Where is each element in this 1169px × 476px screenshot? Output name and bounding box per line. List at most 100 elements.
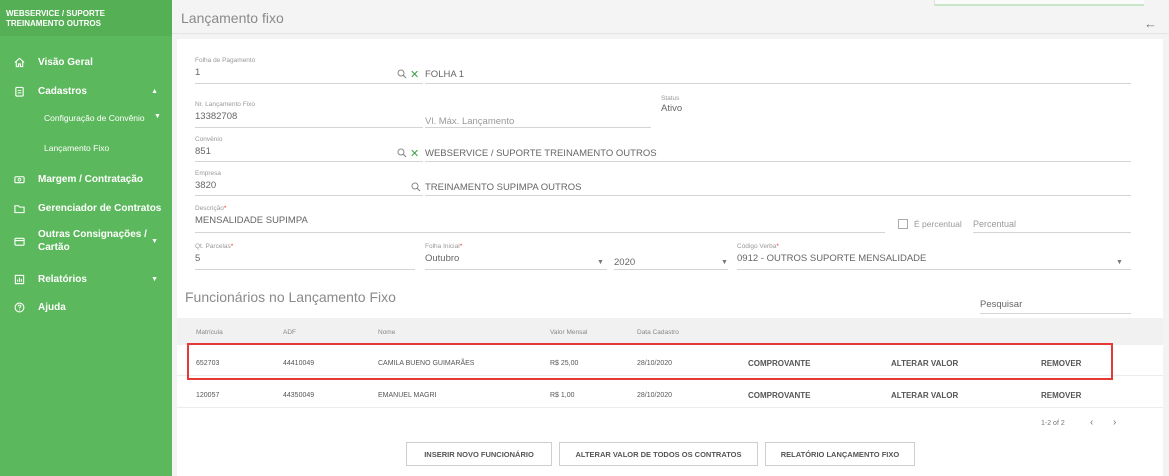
comprovante-button[interactable]: COMPROVANTE bbox=[748, 391, 811, 400]
empresa-field[interactable]: Empresa 3820 bbox=[195, 170, 221, 191]
folha-label: Folha de Pagamento bbox=[195, 57, 256, 64]
convenio-desc-underline bbox=[425, 161, 1131, 162]
percentual-checkbox-label: É percentual bbox=[914, 219, 962, 229]
sidebar-item-visao-geral[interactable]: Visão Geral bbox=[0, 55, 172, 69]
empresa-desc-underline bbox=[425, 195, 1131, 196]
folha-underline bbox=[195, 83, 423, 84]
sidebar-item-label: Margem / Contratação bbox=[38, 173, 144, 185]
codigo-verba-label: Código Verba* bbox=[737, 243, 926, 250]
vl-max-underline bbox=[425, 127, 651, 128]
alterar-valor-button[interactable]: ALTERAR VALOR bbox=[891, 391, 958, 400]
sidebar-item-label: Gerenciador de Contratos bbox=[38, 202, 162, 214]
sidebar-item-cadastros[interactable]: Cadastros ▲ bbox=[0, 84, 172, 98]
caret-down-icon: ▼ bbox=[151, 237, 158, 245]
sidebar-item-outras-consignacoes[interactable]: Outras Consignações / Cartão ▼ bbox=[0, 226, 172, 256]
sidebar-item-label-line2: Cartão bbox=[38, 242, 70, 253]
folha-inicial-label-text: Folha Inicial bbox=[425, 243, 460, 250]
sidebar-subitem-label: Configuração de Convênio bbox=[44, 113, 145, 123]
descricao-label: Descrição* bbox=[195, 205, 308, 212]
cell-nome: EMANUEL MAGRI bbox=[378, 392, 437, 399]
alterar-todos-button[interactable]: ALTERAR VALOR DE TODOS OS CONTRATOS bbox=[559, 442, 758, 466]
search-icon[interactable] bbox=[397, 148, 407, 161]
required-mark: * bbox=[223, 205, 227, 212]
folha-desc-underline bbox=[425, 83, 1131, 84]
sidebar-item-label: Ajuda bbox=[38, 301, 66, 313]
vl-max-input[interactable]: Vl. Máx. Lançamento bbox=[425, 116, 514, 127]
qt-parcelas-field[interactable]: Qt. Parcelas* 5 bbox=[195, 243, 233, 264]
search-icon[interactable] bbox=[397, 69, 407, 82]
employees-search-input[interactable]: Pesquisar bbox=[980, 299, 1022, 310]
convenio-description: WEBSERVICE / SUPORTE TREINAMENTO OUTROS bbox=[425, 148, 657, 159]
chevron-down-icon[interactable]: ▼ bbox=[1116, 259, 1123, 266]
convenio-underline bbox=[195, 161, 423, 162]
nr-lancamento-field[interactable]: Nr. Lançamento Fixo 13382708 bbox=[195, 101, 255, 122]
brand-line-2: TREINAMENTO OUTROS bbox=[6, 19, 101, 28]
percentual-underline bbox=[973, 232, 1131, 233]
sidebar: WEBSERVICE / SUPORTE TREINAMENTO OUTROS … bbox=[0, 0, 172, 476]
nr-lancamento-label: Nr. Lançamento Fixo bbox=[195, 101, 255, 108]
column-adf[interactable]: ADF bbox=[283, 329, 296, 336]
home-icon bbox=[0, 57, 38, 68]
employees-search-underline bbox=[980, 313, 1131, 314]
descricao-field[interactable]: Descrição* MENSALIDADE SUPIMPA bbox=[195, 205, 308, 226]
sidebar-item-margem[interactable]: Margem / Contratação bbox=[0, 172, 172, 186]
cell-data: 28/10/2020 bbox=[637, 392, 673, 399]
card-icon bbox=[0, 236, 38, 247]
convenio-field[interactable]: Convênio 851 bbox=[195, 136, 222, 157]
relatorio-lancamento-button[interactable]: RELATÓRIO LANÇAMENTO FIXO bbox=[765, 442, 915, 466]
clear-icon[interactable]: ✕ bbox=[410, 68, 419, 81]
cell-adf: 44350049 bbox=[283, 392, 315, 399]
inserir-funcionario-button[interactable]: INSERIR NOVO FUNCIONÁRIO bbox=[406, 442, 552, 466]
help-icon bbox=[0, 302, 38, 313]
column-data-cadastro[interactable]: Data Cadastro bbox=[637, 329, 679, 336]
sidebar-subitem-lancamento-fixo[interactable]: Lançamento Fixo bbox=[0, 143, 172, 155]
folha-inicial-month[interactable]: Outubro bbox=[425, 253, 462, 264]
required-mark: * bbox=[776, 243, 779, 250]
qt-parcelas-underline bbox=[195, 269, 415, 270]
required-mark: * bbox=[459, 243, 463, 250]
codigo-verba-value[interactable]: 0912 - OUTROS SUPORTE MENSALIDADE bbox=[737, 253, 926, 264]
clear-icon[interactable]: ✕ bbox=[410, 147, 419, 160]
chevron-down-icon[interactable]: ▼ bbox=[597, 259, 604, 266]
sidebar-subitem-configuracao-convenio[interactable]: Configuração de Convênio ▼ bbox=[0, 113, 172, 125]
chevron-left-icon[interactable]: ‹ bbox=[1090, 417, 1093, 428]
table-row[interactable]: 120057 44350049 EMANUEL MAGRI R$ 1,00 28… bbox=[177, 382, 1163, 408]
folha-inicial-month-underline bbox=[425, 269, 607, 270]
column-matricula[interactable]: Matrícula bbox=[196, 329, 223, 336]
sidebar-subitem-label: Lançamento Fixo bbox=[44, 143, 110, 153]
arrow-left-icon[interactable]: ← bbox=[1144, 16, 1157, 31]
descricao-label-text: Descrição bbox=[195, 205, 224, 212]
brand-line-1: WEBSERVICE / SUPORTE bbox=[6, 9, 105, 18]
brand: WEBSERVICE / SUPORTE TREINAMENTO OUTROS bbox=[0, 0, 172, 36]
column-valor-mensal[interactable]: Valor Mensal bbox=[550, 329, 587, 336]
qt-parcelas-label: Qt. Parcelas* bbox=[195, 243, 233, 250]
codigo-verba-underline bbox=[737, 269, 1131, 270]
folha-inicial-field[interactable]: Folha Inicial* Outubro bbox=[425, 243, 462, 264]
percentual-checkbox[interactable] bbox=[898, 219, 908, 229]
codigo-verba-field[interactable]: Código Verba* 0912 - OUTROS SUPORTE MENS… bbox=[737, 243, 926, 264]
codigo-verba-label-text: Código Verba bbox=[737, 243, 777, 250]
empresa-description: TREINAMENTO SUPIMPA OUTROS bbox=[425, 182, 582, 193]
page-title: Lançamento fixo bbox=[181, 10, 284, 26]
cell-valor: R$ 1,00 bbox=[550, 392, 575, 399]
percentual-input[interactable]: Percentual bbox=[973, 219, 1016, 229]
chevron-right-icon[interactable]: › bbox=[1113, 417, 1116, 428]
sidebar-item-gerenciador[interactable]: Gerenciador de Contratos bbox=[0, 201, 172, 215]
sidebar-item-relatorios[interactable]: Relatórios ▼ bbox=[0, 272, 172, 286]
chevron-down-icon[interactable]: ▼ bbox=[721, 259, 728, 266]
remover-button[interactable]: REMOVER bbox=[1041, 391, 1081, 400]
sidebar-item-ajuda[interactable]: Ajuda bbox=[0, 300, 172, 314]
top-bar: Lançamento fixo ← bbox=[172, 0, 1169, 34]
folha-inicial-label: Folha Inicial* bbox=[425, 243, 462, 250]
cell-matricula: 120057 bbox=[196, 392, 220, 399]
convenio-value: 851 bbox=[195, 146, 211, 157]
search-icon[interactable] bbox=[411, 182, 421, 195]
folha-inicial-year[interactable]: 2020 bbox=[614, 257, 635, 268]
sidebar-item-label: Cadastros bbox=[38, 85, 87, 97]
folha-description: FOLHA 1 bbox=[425, 69, 465, 80]
main-area: Lançamento fixo ← Folha de Pagamento 1 ✕… bbox=[172, 0, 1169, 476]
form-card: Folha de Pagamento 1 ✕ FOLHA 1 Nr. Lança… bbox=[177, 39, 1163, 476]
folha-field[interactable]: Folha de Pagamento 1 bbox=[195, 57, 255, 78]
column-nome[interactable]: Nome bbox=[378, 329, 395, 336]
employees-section-title: Funcionários no Lançamento Fixo bbox=[185, 289, 396, 305]
